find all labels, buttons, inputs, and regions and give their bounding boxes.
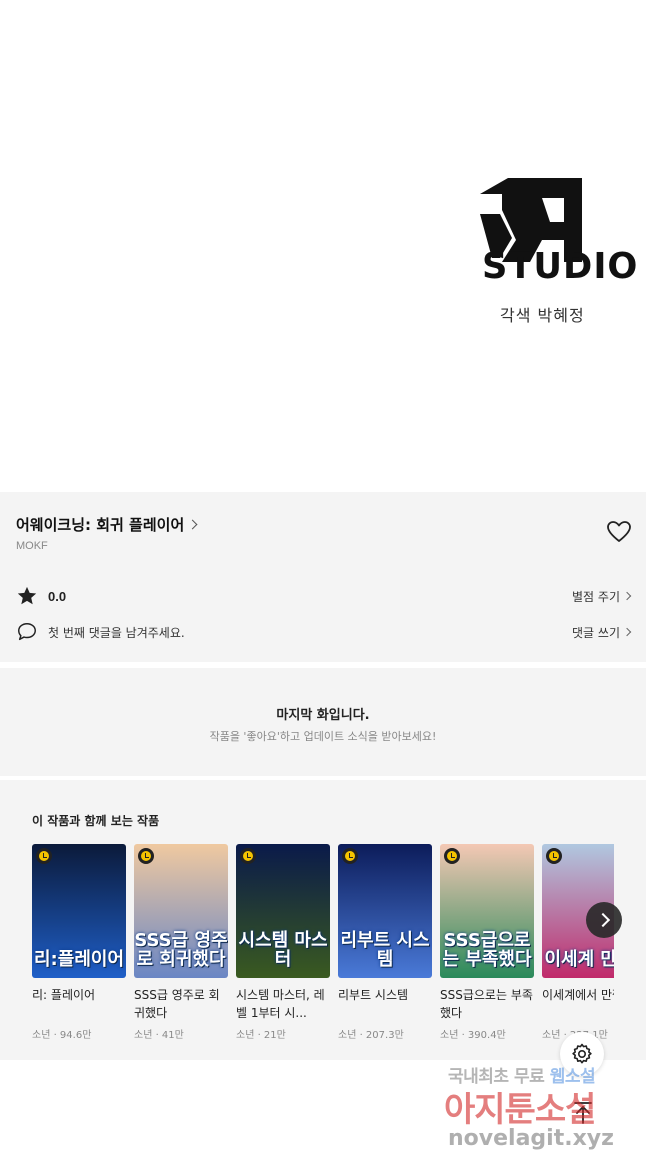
watermark-line-2: 아지툰소설 (444, 1090, 596, 1130)
cover-title-art: 이세계 만렙 (544, 949, 614, 971)
card-title: SSS급으로는 부족했다 (440, 988, 533, 1020)
cover-title-art: 리:플레이어 (34, 949, 124, 971)
work-title: 어웨이크닝: 회귀 플레이어 (16, 516, 185, 534)
adaptation-credit: 각색 박혜정 (500, 306, 585, 325)
card-meta: 소년 · 21만 (236, 1030, 286, 1041)
card-title: 이세계에서 만찍기 (542, 988, 614, 1002)
work-title-link[interactable]: 어웨이크닝: 회귀 플레이어 (16, 514, 198, 535)
last-episode-title: 마지막 화입니다. (276, 708, 370, 723)
star-icon (17, 586, 37, 605)
work-author: MOKF (16, 540, 48, 552)
cover-title-art: 리부트 시스템 (340, 930, 430, 971)
cover-image: 리부트 시스템 (338, 844, 432, 978)
work-info-panel: 어웨이크닝: 회귀 플레이어 MOKF 0.0 별점 주기 첫 번째 댓글을 남… (0, 492, 646, 662)
card-meta: 소년 · 207.3만 (338, 1030, 404, 1041)
rating-row: 0.0 별점 주기 (16, 584, 632, 608)
comment-icon (18, 623, 36, 641)
clock-badge-icon (36, 848, 52, 864)
rating-value: 0.0 (48, 588, 67, 604)
cover-title-art: 시스템 마스터 (238, 930, 328, 971)
cover-image: 리:플레이어 (32, 844, 126, 978)
card-title: 시스템 마스터, 레벨 1부터 시... (236, 988, 325, 1020)
recommendations-section: 이 작품과 함께 보는 작품 리:플레이어리: 플레이어소년 · 94.6만 SS… (0, 780, 646, 1060)
clock-badge-icon (546, 848, 562, 864)
carousel-next-button[interactable] (586, 902, 622, 938)
clock-badge-icon (444, 848, 460, 864)
card-meta: 소년 · 94.6만 (32, 1030, 92, 1041)
card-title: 리: 플레이어 (32, 988, 96, 1002)
chevron-right-icon (187, 519, 198, 530)
comment-prompt[interactable]: 첫 번째 댓글을 남겨주세요. (48, 624, 185, 641)
clock-badge-icon (342, 848, 358, 864)
clock-badge-icon (138, 848, 154, 864)
watermark: 국내최초 무료 웹소설 아지툰소설 novelagit.xyz (444, 1062, 634, 1162)
last-episode-subtitle: 작품을 '좋아요'하고 업데이트 소식을 받아보세요! (209, 730, 437, 743)
cover-image: SSS급 영주로 회귀했다 (134, 844, 228, 978)
watermark-line-3: novelagit.xyz (448, 1126, 614, 1151)
card-meta: 소년 · 390.4만 (440, 1030, 506, 1041)
episode-last-image: STUDIO 각색 박혜정 (0, 0, 646, 492)
chevron-right-icon (622, 627, 632, 637)
card-meta: 소년 · 41만 (134, 1030, 184, 1041)
last-episode-notice: 마지막 화입니다. 작품을 '좋아요'하고 업데이트 소식을 받아보세요! (0, 668, 646, 776)
cover-image: 시스템 마스터 (236, 844, 330, 978)
recommendation-carousel: 리:플레이어리: 플레이어소년 · 94.6만 SSS급 영주로 회귀했다 SSS급… (32, 844, 614, 1054)
chevron-right-icon (622, 591, 632, 601)
rate-button-label: 별점 주기 (572, 589, 620, 604)
comment-row: 첫 번째 댓글을 남겨주세요. 댓글 쓰기 (16, 620, 632, 644)
clock-badge-icon (240, 848, 256, 864)
heart-icon[interactable] (606, 520, 632, 544)
cover-title-art: SSS급으로는 부족했다 (442, 930, 532, 971)
card-title: 리부트 시스템 (338, 988, 409, 1002)
studio-wordmark: STUDIO (482, 246, 639, 287)
cover-image: SSS급으로는 부족했다 (440, 844, 534, 978)
rate-button[interactable]: 별점 주기 (572, 588, 632, 605)
card-title: SSS급 영주로 회귀했다 (134, 988, 220, 1020)
cover-title-art: SSS급 영주로 회귀했다 (134, 930, 228, 971)
recommendations-heading: 이 작품과 함께 보는 작품 (32, 814, 160, 828)
write-comment-button[interactable]: 댓글 쓰기 (572, 624, 632, 641)
write-comment-label: 댓글 쓰기 (572, 625, 620, 640)
